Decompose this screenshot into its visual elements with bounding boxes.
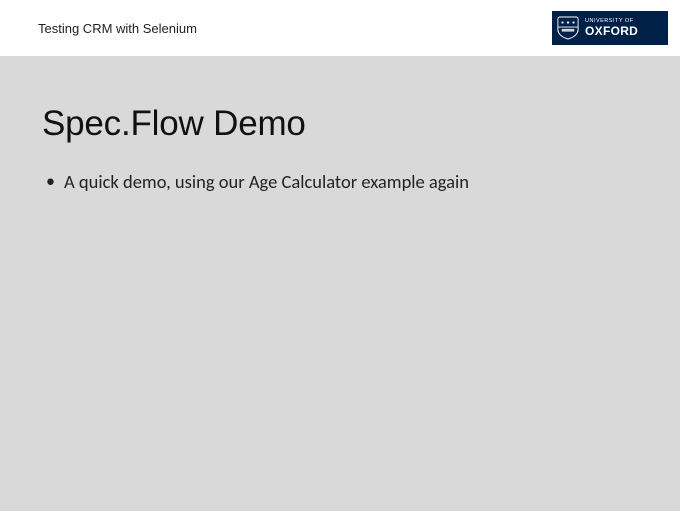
slide-content: Spec.Flow Demo A quick demo, using our A… xyxy=(0,56,680,194)
oxford-logo: UNIVERSITY OF OXFORD xyxy=(552,11,668,45)
slide: Testing CRM with Selenium UNIVERSITY OF … xyxy=(0,0,680,511)
header-title: Testing CRM with Selenium xyxy=(38,21,197,36)
slide-title: Spec.Flow Demo xyxy=(42,104,638,144)
crest-icon xyxy=(557,16,579,40)
list-item: A quick demo, using our Age Calculator e… xyxy=(64,170,638,194)
logo-text: UNIVERSITY OF OXFORD xyxy=(585,19,638,38)
logo-maintext: OXFORD xyxy=(585,25,638,37)
bullet-list: A quick demo, using our Age Calculator e… xyxy=(42,170,638,194)
slide-header: Testing CRM with Selenium UNIVERSITY OF … xyxy=(0,0,680,56)
